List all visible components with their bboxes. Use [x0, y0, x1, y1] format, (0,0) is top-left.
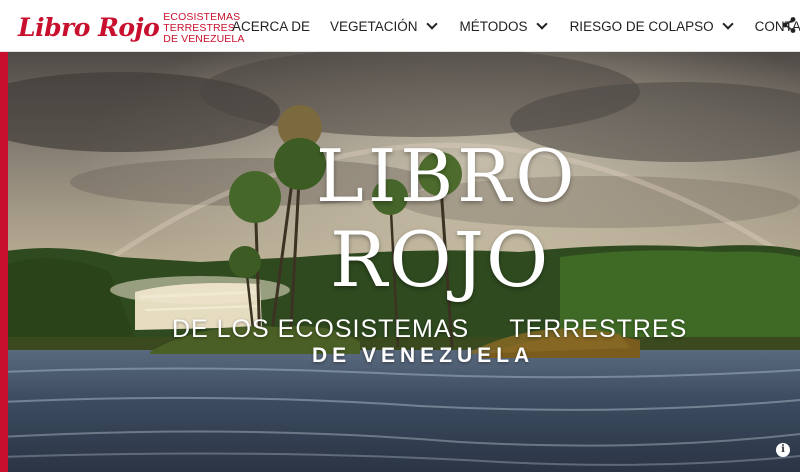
share-icon[interactable]	[782, 16, 796, 34]
hero-banner: LIBRO ROJO DE LOS ECOSISTEMAS TERRESTRES …	[0, 52, 800, 472]
main-nav: ACERCA DE VEGETACIÓN MÉTODOS RIESGO DE C…	[232, 0, 800, 52]
brand-accent-bar	[0, 52, 8, 472]
chevron-down-icon	[721, 18, 734, 30]
nav-item-label: ACERCA DE	[232, 18, 311, 34]
site-logo[interactable]: Libro Rojo ECOSISTEMAS TERRESTRES DE VEN…	[18, 8, 244, 46]
nav-item-riesgo-de-colapso[interactable]: RIESGO DE COLAPSO	[569, 18, 734, 34]
nav-item-label: RIESGO DE COLAPSO	[569, 18, 714, 34]
hero-background-photo	[0, 52, 800, 472]
logo-script-text: Libro Rojo	[18, 12, 160, 42]
chevron-down-icon	[425, 18, 438, 30]
nav-item-vegetacion[interactable]: VEGETACIÓN	[330, 18, 438, 34]
chevron-down-icon	[535, 18, 548, 30]
nav-item-label: VEGETACIÓN	[330, 18, 418, 34]
nav-item-metodos[interactable]: MÉTODOS	[459, 18, 548, 34]
info-icon[interactable]: i	[776, 443, 790, 457]
nav-item-acerca-de[interactable]: ACERCA DE	[232, 19, 310, 34]
site-header: Libro Rojo ECOSISTEMAS TERRESTRES DE VEN…	[0, 0, 800, 52]
nav-item-label: MÉTODOS	[459, 18, 528, 34]
